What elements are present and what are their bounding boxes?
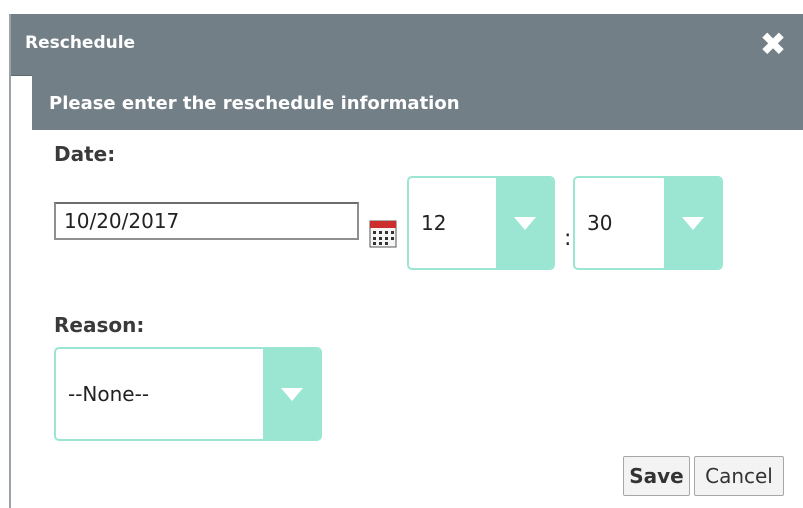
chevron-down-icon[interactable] <box>664 178 721 268</box>
date-input[interactable]: 10/20/2017 <box>54 202 359 240</box>
save-button[interactable]: Save <box>623 456 690 496</box>
calendar-icon[interactable] <box>369 220 397 248</box>
chevron-down-icon[interactable] <box>496 178 553 268</box>
reschedule-dialog: Reschedule ✖ Please enter the reschedule… <box>9 14 803 508</box>
reason-label: Reason: <box>54 313 145 337</box>
dialog-subheader: Please enter the reschedule information <box>32 75 803 130</box>
cancel-button[interactable]: Cancel <box>694 456 784 496</box>
minute-value: 30 <box>587 211 613 235</box>
subheader-text: Please enter the reschedule information <box>49 93 460 114</box>
close-icon[interactable]: ✖ <box>757 28 789 60</box>
chevron-down-icon[interactable] <box>263 349 320 439</box>
date-label: Date: <box>54 142 116 166</box>
hour-value: 12 <box>421 211 447 235</box>
minute-select[interactable]: 30 <box>573 176 723 270</box>
date-input-value: 10/20/2017 <box>64 209 180 233</box>
dialog-titlebar: Reschedule ✖ <box>11 14 803 76</box>
dialog-title: Reschedule <box>25 33 136 53</box>
reason-value: --None-- <box>68 382 150 406</box>
time-separator: : <box>564 226 572 251</box>
left-gap <box>0 0 9 508</box>
top-gap <box>0 0 803 14</box>
hour-select[interactable]: 12 <box>407 176 555 270</box>
reason-select[interactable]: --None-- <box>54 347 322 441</box>
